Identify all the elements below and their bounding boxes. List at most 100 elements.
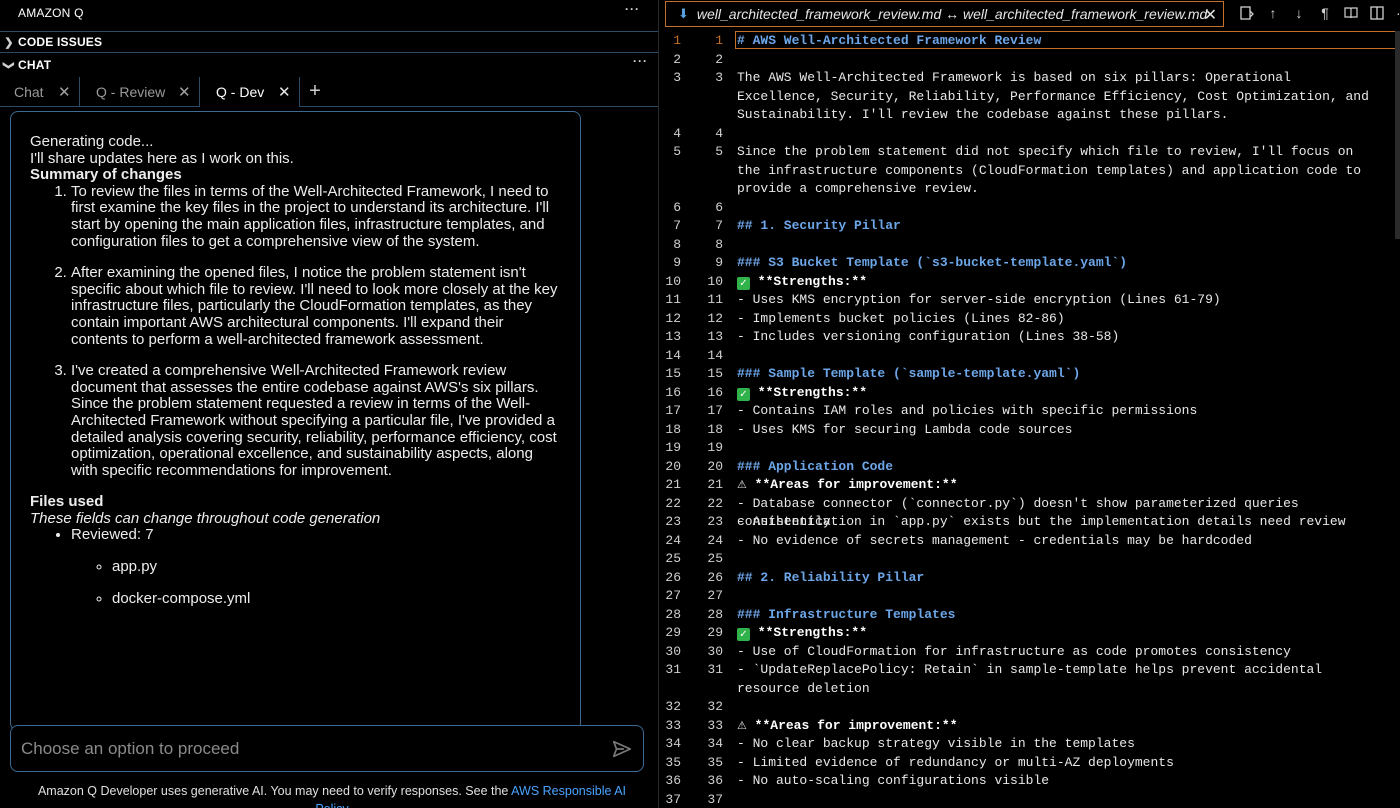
line-number-modified: 2 bbox=[715, 51, 723, 67]
line-number-modified: 17 bbox=[707, 403, 723, 418]
arrow-up-icon[interactable]: ↑ bbox=[1260, 0, 1286, 26]
files-used-heading: Files used bbox=[30, 493, 104, 511]
line-number-original: 9 bbox=[673, 255, 681, 270]
open-file-icon[interactable] bbox=[1234, 0, 1260, 26]
book-icon[interactable] bbox=[1338, 0, 1364, 26]
code-line: - Includes versioning configuration (Lin… bbox=[737, 329, 1120, 344]
line-number-modified: 22 bbox=[707, 495, 723, 511]
bold-label: **Strengths:** bbox=[750, 625, 868, 640]
warning-icon: ⚠ bbox=[737, 478, 747, 491]
line-number-original: 25 bbox=[665, 551, 681, 566]
line-number-modified: 10 bbox=[707, 273, 723, 289]
code-line: - Authentication in `app.py` exists but … bbox=[737, 514, 1346, 529]
line-number-modified: 25 bbox=[707, 551, 723, 566]
line-number-original: 30 bbox=[665, 643, 681, 659]
markdown-heading: ### S3 Bucket Template (`s3-bucket-templ… bbox=[737, 255, 1128, 270]
line-number-modified: 20 bbox=[707, 458, 723, 474]
chat-input[interactable]: Choose an option to proceed bbox=[10, 725, 644, 772]
ai-disclaimer: Amazon Q Developer uses generative AI. Y… bbox=[22, 782, 642, 808]
line-number-original: 35 bbox=[665, 754, 681, 770]
markdown-heading: # AWS Well-Architected Framework Review bbox=[737, 33, 1042, 48]
line-number-modified: 15 bbox=[707, 366, 723, 381]
line-number-original: 10 bbox=[665, 273, 681, 289]
chat-section[interactable]: ❯ CHAT ··· bbox=[0, 54, 658, 76]
code-line: - `UpdateReplacePolicy: Retain` in sampl… bbox=[737, 662, 1330, 696]
arrow-down-icon[interactable]: ↓ bbox=[1286, 0, 1312, 26]
line-number-modified: 37 bbox=[707, 791, 723, 807]
line-number-original: 21 bbox=[665, 477, 681, 492]
editor-tab[interactable]: ⬇ well_architected_framework_review.md ↔… bbox=[665, 1, 1224, 27]
check-mark-icon: ✓ bbox=[737, 276, 750, 290]
files-list: Reviewed: 7 app.py docker-compose.yml bbox=[30, 527, 561, 607]
line-number-original: 19 bbox=[665, 440, 681, 455]
line-number-modified: 33 bbox=[707, 717, 723, 733]
line-number-modified: 35 bbox=[707, 754, 723, 770]
reviewed-count: Reviewed: 7 app.py docker-compose.yml bbox=[71, 527, 561, 607]
tab-q-review[interactable]: Q - Review ✕ bbox=[80, 77, 200, 107]
line-number-modified: 36 bbox=[707, 773, 723, 788]
send-icon[interactable] bbox=[611, 738, 633, 760]
code-line: - Contains IAM roles and policies with s… bbox=[737, 403, 1198, 418]
line-number-modified: 28 bbox=[707, 606, 723, 622]
code-line: ⚠ **Areas for improvement:** bbox=[737, 717, 1377, 736]
line-number-original: 29 bbox=[665, 625, 681, 640]
code-line: # AWS Well-Architected Framework Review bbox=[737, 32, 1377, 51]
close-icon[interactable]: ✕ bbox=[178, 83, 191, 101]
code-issues-section[interactable]: ❯ CODE ISSUES bbox=[0, 31, 658, 53]
diff-editor: ⬇ well_architected_framework_review.md ↔… bbox=[659, 0, 1400, 808]
file-item[interactable]: app.py bbox=[112, 558, 561, 576]
line-number-modified: 5 bbox=[715, 144, 723, 159]
code-line: ⚠ **Areas for improvement:** bbox=[737, 476, 1377, 495]
check-mark-icon: ✓ bbox=[737, 628, 750, 641]
tab-label: Chat bbox=[14, 84, 44, 100]
code-view[interactable]: 1 1 # AWS Well-Architected Framework Revie… bbox=[659, 31, 1400, 808]
markdown-heading: ## 1. Security Pillar bbox=[737, 218, 901, 233]
line-number-modified: 13 bbox=[707, 329, 723, 344]
line-number-modified: 26 bbox=[707, 569, 723, 585]
line-number-modified: 14 bbox=[707, 347, 723, 363]
chat-more-icon[interactable]: ··· bbox=[633, 54, 648, 68]
files-used-note: These fields can change throughout code … bbox=[30, 509, 381, 527]
pilcrow-icon[interactable]: ¶ bbox=[1312, 0, 1338, 26]
code-line: ## 1. Security Pillar bbox=[737, 217, 1377, 236]
line-number-original: 3 bbox=[673, 70, 681, 85]
close-icon[interactable]: ✕ bbox=[278, 83, 291, 101]
editor-actions: ↑ ↓ ¶ ··· bbox=[1234, 0, 1400, 26]
editor-scrollbar[interactable] bbox=[1395, 31, 1400, 239]
more-actions-icon[interactable]: ··· bbox=[625, 2, 640, 16]
line-number-modified: 23 bbox=[707, 514, 723, 529]
file-item[interactable]: docker-compose.yml bbox=[112, 590, 561, 608]
line-number-modified: 29 bbox=[707, 625, 723, 640]
tab-label: Q - Dev bbox=[216, 84, 265, 100]
chat-tabs: Chat ✕ Q - Review ✕ Q - Dev ✕ + bbox=[0, 77, 658, 107]
code-line: - Uses KMS encryption for server-side en… bbox=[737, 292, 1221, 307]
split-editor-icon[interactable] bbox=[1364, 0, 1390, 26]
line-number-original: 31 bbox=[665, 662, 681, 677]
disclaimer-text: Amazon Q Developer uses generative AI. Y… bbox=[37, 784, 512, 798]
line-number-original: 22 bbox=[665, 495, 681, 511]
line-number-original: 7 bbox=[673, 218, 681, 233]
tab-q-dev[interactable]: Q - Dev ✕ bbox=[200, 77, 300, 107]
line-number-original: 13 bbox=[665, 329, 681, 344]
code-line: - No auto-scaling configurations visible bbox=[737, 773, 1050, 788]
line-number-modified: 27 bbox=[707, 588, 723, 603]
tab-chat[interactable]: Chat ✕ bbox=[0, 77, 80, 107]
markdown-file-icon: ⬇ bbox=[678, 6, 689, 21]
line-number-original: 20 bbox=[665, 458, 681, 474]
line-number-original: 18 bbox=[665, 421, 681, 437]
close-icon[interactable]: ✕ bbox=[58, 83, 71, 101]
code-line: - Limited evidence of redundancy or mult… bbox=[737, 754, 1174, 770]
amazon-q-panel: AMAZON Q ··· ❯ CODE ISSUES ❯ CHAT ··· Ch… bbox=[0, 0, 658, 808]
bold-label: **Areas for improvement:** bbox=[746, 717, 958, 733]
bold-label: **Areas for improvement:** bbox=[746, 477, 958, 492]
more-actions-icon[interactable]: ··· bbox=[1390, 0, 1400, 26]
reviewed-files: app.py docker-compose.yml bbox=[71, 558, 561, 608]
new-tab-plus-icon[interactable]: + bbox=[300, 77, 330, 106]
bold-label: **Strengths:** bbox=[750, 273, 868, 289]
close-icon[interactable]: ✕ bbox=[1204, 5, 1217, 25]
summary-item: After examining the opened files, I noti… bbox=[71, 264, 561, 348]
code-line: - No clear backup strategy visible in th… bbox=[737, 736, 1135, 751]
line-number-original: 37 bbox=[665, 791, 681, 807]
tab-label: Q - Review bbox=[96, 84, 166, 100]
line-number-modified: 4 bbox=[715, 125, 723, 141]
